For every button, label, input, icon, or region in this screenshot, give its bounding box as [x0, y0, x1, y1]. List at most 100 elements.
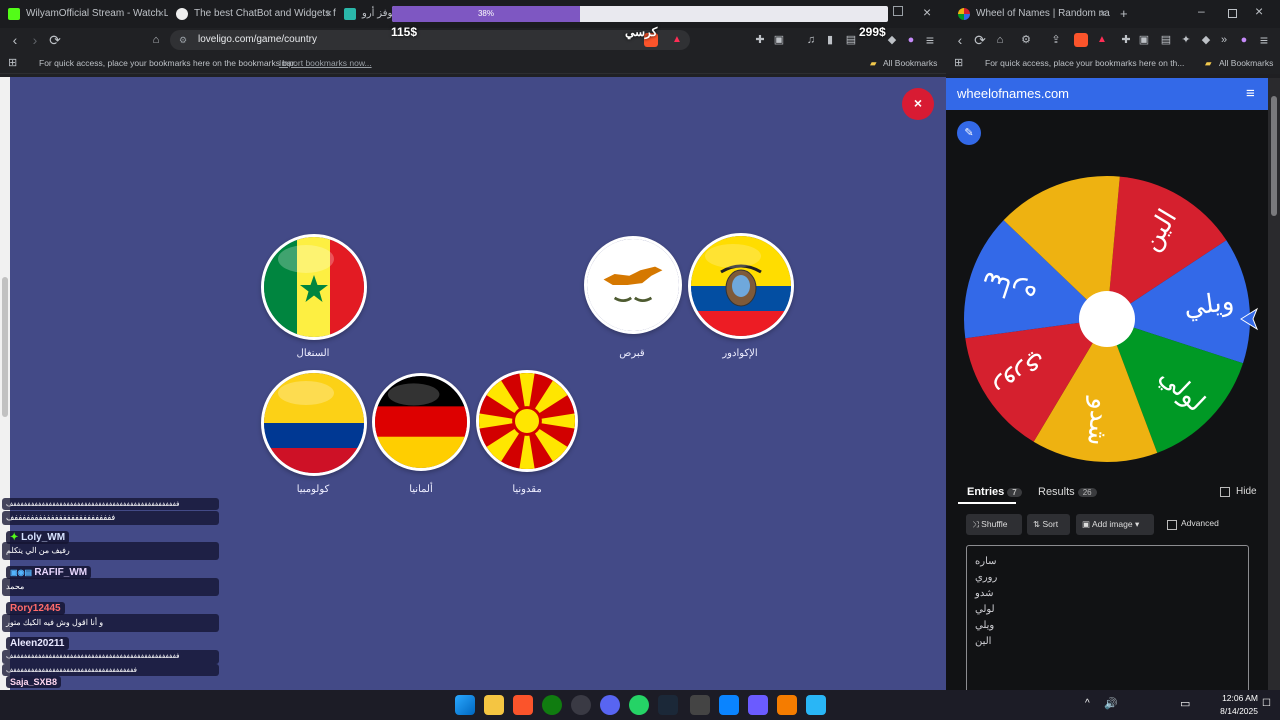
country-label-senegal: السنغال [296, 348, 330, 359]
app-icon[interactable] [748, 695, 768, 715]
all-bookmarks-button[interactable]: All Bookmarks [1219, 52, 1273, 74]
close-icon[interactable]: × [1100, 4, 1106, 24]
hamburger-menu-icon[interactable]: ≡ [1246, 78, 1255, 110]
url-bar[interactable]: ⚙ loveligo.com/game/country ▲ [170, 30, 690, 50]
flag-senegal[interactable] [261, 234, 367, 340]
menu-icon[interactable]: ≡ [1256, 32, 1272, 48]
brave-shield-icon[interactable] [1074, 33, 1088, 47]
app-icon[interactable] [719, 695, 739, 715]
entries-textarea[interactable]: ساره روري شدو لولي ويلي الين [966, 545, 1249, 695]
scrollbar-thumb[interactable] [1271, 96, 1277, 216]
germany-flag-icon [375, 376, 467, 468]
window-close-icon[interactable]: × [923, 4, 931, 20]
page-scrollbar[interactable] [1268, 78, 1280, 690]
extensions-icon[interactable]: ✚ [1118, 32, 1134, 48]
vpn-icon[interactable]: ◆ [884, 32, 900, 48]
share-icon[interactable]: ⇪ [1048, 32, 1064, 48]
discord-icon[interactable] [600, 695, 620, 715]
site-title[interactable]: wheelofnames.com [957, 86, 1069, 101]
leo-icon[interactable]: ● [903, 32, 919, 48]
back-icon[interactable]: ‹ [952, 32, 968, 48]
hide-checkbox[interactable] [1220, 487, 1230, 497]
bookmark-icon[interactable]: ⌂ [992, 32, 1008, 48]
folder-icon: ▰ [870, 58, 877, 68]
flag-colombia[interactable] [261, 370, 367, 476]
bookmarks-bar: ⊞ For quick access, place your bookmarks… [0, 52, 946, 74]
sidebar-icon[interactable]: ▮ [822, 32, 838, 48]
app-icon[interactable] [690, 695, 710, 715]
game-close-button[interactable]: × [902, 88, 934, 120]
tab-results[interactable]: Results 26 [1038, 486, 1097, 498]
steam-icon[interactable] [658, 695, 678, 715]
file-explorer-icon[interactable] [484, 695, 504, 715]
minimize-icon[interactable]: – [1198, 4, 1205, 18]
close-icon[interactable]: × [158, 4, 164, 24]
close-icon[interactable]: × [326, 4, 332, 24]
wallet-icon[interactable]: ▤ [1158, 32, 1174, 48]
screenshot-icon[interactable]: ▣ [1136, 32, 1152, 48]
profile-icon[interactable]: ● [1236, 32, 1252, 48]
notification-icon[interactable]: ☐ [1262, 698, 1271, 709]
add-image-button[interactable]: ▣ Add image ▾ [1076, 514, 1154, 535]
more-tools-icon[interactable]: » [1216, 32, 1232, 48]
entries-count-badge: 7 [1007, 488, 1022, 497]
ecuador-flag-icon [691, 236, 791, 336]
xbox-icon[interactable] [542, 695, 562, 715]
maximize-icon[interactable] [893, 6, 903, 16]
back-icon[interactable]: ‹ [7, 32, 23, 48]
macedonia-flag-icon [479, 373, 575, 469]
forward-icon[interactable]: › [27, 32, 43, 48]
app-icon[interactable] [777, 695, 797, 715]
wallet-icon[interactable]: ▤ [843, 32, 859, 48]
brave-rewards-icon[interactable]: ▲ [672, 30, 682, 50]
obs-icon[interactable] [571, 695, 591, 715]
apps-grid-icon[interactable]: ⊞ [8, 52, 17, 74]
sort-button[interactable]: ⇅ Sort [1027, 514, 1070, 535]
reload-icon[interactable]: ⟳ [47, 32, 63, 48]
menu-icon[interactable]: ≡ [922, 32, 938, 48]
vpn-icon[interactable]: ◆ [1198, 32, 1214, 48]
site-settings-icon[interactable]: ⚙ [1018, 32, 1034, 48]
leo-icon[interactable]: ✦ [1178, 32, 1194, 48]
tray-chevron-icon[interactable]: ^ [1085, 698, 1090, 709]
new-tab-icon[interactable]: + [1120, 6, 1128, 21]
tab-chatbot[interactable]: The best ChatBot and Widgets for Kic × [168, 4, 336, 26]
window-close-icon[interactable]: × [1255, 3, 1263, 19]
flag-germany[interactable] [372, 373, 470, 471]
chat-message: فففففففففففففففففففففففففففففففففففففففف… [2, 650, 219, 664]
tab-game[interactable]: نيو يوفز أرو [336, 4, 396, 26]
wheel-of-names[interactable]: الينويليلوليشدوروريساره [961, 172, 1261, 466]
brave-browser-icon[interactable] [513, 695, 533, 715]
advanced-checkbox[interactable] [1167, 520, 1177, 530]
import-bookmarks-link[interactable]: Import bookmarks now... [279, 52, 372, 74]
scrollbar-thumb[interactable] [2, 277, 8, 417]
screenshot-icon[interactable]: ▣ [771, 32, 787, 48]
system-clock[interactable]: 12:06 AM 8/14/2025 [1220, 692, 1258, 718]
flag-ecuador[interactable] [688, 233, 794, 339]
reload-icon[interactable]: ⟳ [972, 32, 988, 48]
whatsapp-icon[interactable] [629, 695, 649, 715]
maximize-icon[interactable] [1228, 9, 1237, 18]
extensions-icon[interactable]: ✚ [752, 32, 768, 48]
tab-entries[interactable]: Entries 7 [967, 486, 1022, 498]
volume-icon[interactable]: 🔊 [1104, 697, 1118, 710]
site-info-icon[interactable]: ⚙ [179, 30, 187, 50]
tab-wheel-of-names[interactable]: Wheel of Names | Random nam × [950, 4, 1110, 26]
apps-grid-icon[interactable]: ⊞ [954, 52, 963, 74]
wheel-center-hub[interactable] [1079, 291, 1135, 347]
start-windows-icon[interactable] [455, 695, 475, 715]
tab-kick-stream[interactable]: WilyamOfficial Stream - Watch Live o × [0, 4, 168, 26]
edit-pencil-icon[interactable]: ✎ [957, 121, 981, 145]
shuffle-button[interactable]: ⤨ Shuffle [966, 514, 1022, 535]
bookmark-icon[interactable]: ⌂ [148, 32, 164, 48]
chat-message: فففففففففففففففففففففففففف [2, 511, 219, 525]
all-bookmarks-button[interactable]: All Bookmarks [883, 52, 937, 74]
app-icon[interactable] [806, 695, 826, 715]
flag-north-macedonia[interactable] [476, 370, 578, 472]
network-icon[interactable]: ▭ [1180, 697, 1190, 710]
goal-progress-bar: 38% [392, 6, 888, 22]
brave-rewards-icon[interactable]: ▲ [1094, 32, 1110, 48]
music-icon[interactable]: ♫ [803, 32, 819, 48]
flag-cyprus[interactable] [584, 236, 682, 334]
money-left: 115$ [391, 25, 418, 39]
